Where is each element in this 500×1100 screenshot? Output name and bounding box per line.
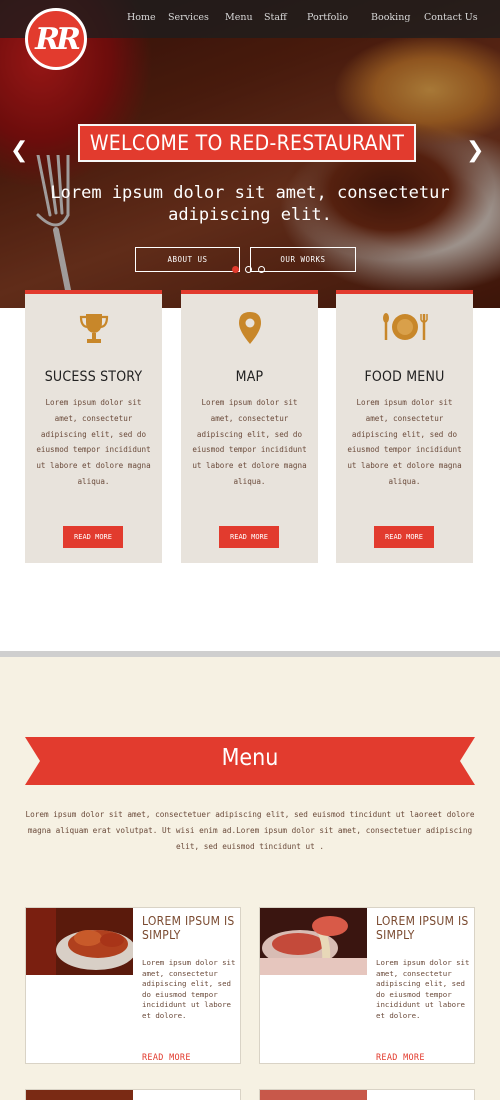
menu-item[interactable]: LOREM IPSUM IS SIMPLY Lorem ipsum dolor … xyxy=(259,907,475,1064)
menu-intro: Lorem ipsum dolor sit amet, consectetuer… xyxy=(25,810,475,851)
read-more-link[interactable]: READ MORE xyxy=(142,1053,191,1063)
nav-portfolio[interactable]: Portfolio xyxy=(307,12,348,23)
feature-title: SUCESS STORY xyxy=(44,369,143,385)
read-more-button[interactable]: READ MORE xyxy=(219,526,279,548)
hero-tagline-line1: Lorem ipsum dolor sit amet, consectetur xyxy=(50,183,450,203)
menu-item-image xyxy=(260,1090,367,1100)
menu-item[interactable] xyxy=(25,1089,241,1100)
nav-menu[interactable]: Menu xyxy=(225,12,253,23)
nav-booking[interactable]: Booking xyxy=(371,12,410,23)
menu-item-text: Lorem ipsum dolor sit amet, consectetur … xyxy=(142,958,236,1020)
read-more-button[interactable]: READ MORE xyxy=(63,526,123,548)
plate-cutlery-icon xyxy=(336,310,473,346)
feature-title: FOOD MENU xyxy=(364,369,445,385)
menu-ribbon: Menu xyxy=(25,737,475,785)
feature-card-food-menu: FOOD MENU Lorem ipsum dolor sit amet, co… xyxy=(336,290,473,563)
feature-text: Lorem ipsum dolor sit amet, consectetur … xyxy=(36,398,151,486)
nav-services[interactable]: Services xyxy=(168,12,209,23)
read-more-button[interactable]: READ MORE xyxy=(374,526,434,548)
feature-card-success: SUCESS STORY Lorem ipsum dolor sit amet,… xyxy=(25,290,162,563)
feature-text: Lorem ipsum dolor sit amet, consectetur … xyxy=(192,398,307,486)
menu-item[interactable] xyxy=(259,1089,475,1100)
map-pin-icon xyxy=(181,310,318,346)
feature-card-map: MAP Lorem ipsum dolor sit amet, consecte… xyxy=(181,290,318,563)
trophy-icon xyxy=(25,310,162,346)
menu-item[interactable]: LOREM IPSUM IS SIMPLY Lorem ipsum dolor … xyxy=(25,907,241,1064)
hero-tagline: Lorem ipsum dolor sit amet, consectetur … xyxy=(20,182,480,226)
menu-item-image xyxy=(260,908,367,975)
slider-dot-2[interactable] xyxy=(245,266,252,273)
read-more-link[interactable]: READ MORE xyxy=(376,1053,425,1063)
nav-staff[interactable]: Staff xyxy=(264,12,287,23)
slider-dot-3[interactable] xyxy=(258,266,265,273)
feature-title: MAP xyxy=(235,369,264,385)
menu-item-image xyxy=(26,908,133,975)
nav-home[interactable]: Home xyxy=(127,12,156,23)
menu-heading: Menu xyxy=(221,745,279,771)
feature-text: Lorem ipsum dolor sit amet, consectetur … xyxy=(347,398,462,486)
nav-contact-us[interactable]: Contact Us xyxy=(424,12,478,23)
slider-dot-1[interactable] xyxy=(232,266,239,273)
menu-item-text: Lorem ipsum dolor sit amet, consectetur … xyxy=(376,958,470,1020)
our-works-button[interactable]: OUR WORKS xyxy=(250,247,356,272)
menu-item-title: LOREM IPSUM IS SIMPLY xyxy=(376,914,469,942)
main-nav: Home Services Menu Staff Portfolio Booki… xyxy=(0,12,500,28)
hero-tagline-line2: adipiscing elit. xyxy=(168,205,332,225)
chevron-left-icon[interactable]: ❮ xyxy=(10,138,28,163)
menu-item-image xyxy=(26,1090,133,1100)
chevron-right-icon[interactable]: ❯ xyxy=(466,138,484,163)
hero-title: WELCOME TO RED-RESTAURANT xyxy=(78,124,416,162)
menu-section: Menu Lorem ipsum dolor sit amet, consect… xyxy=(0,657,500,1100)
about-us-button[interactable]: ABOUT US xyxy=(135,247,240,272)
menu-item-title: LOREM IPSUM IS SIMPLY xyxy=(142,914,235,942)
